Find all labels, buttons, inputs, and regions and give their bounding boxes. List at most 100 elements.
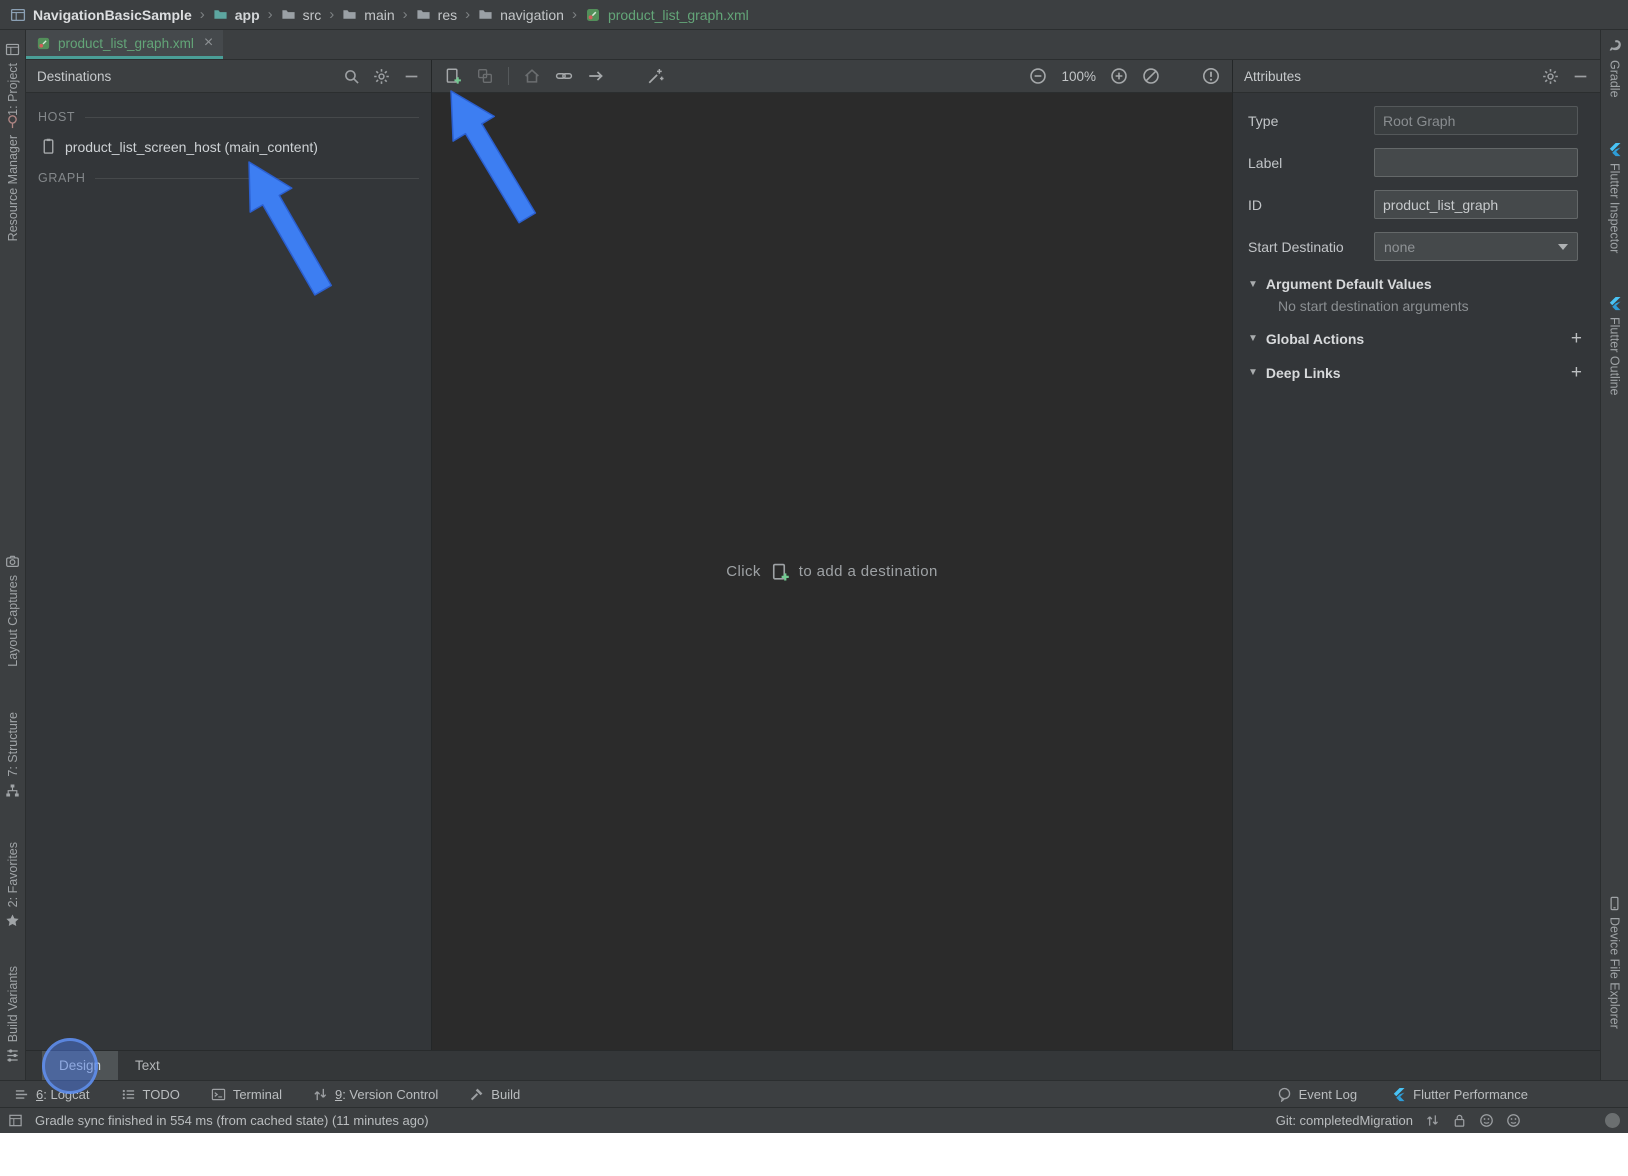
breadcrumb-main[interactable]: main bbox=[364, 7, 394, 23]
editor-mode-tabs: Design Text bbox=[26, 1050, 1600, 1080]
close-tab-icon[interactable]: × bbox=[204, 35, 213, 51]
breadcrumb: NavigationBasicSample › app › src › main… bbox=[0, 0, 1628, 30]
breadcrumb-app[interactable]: app bbox=[235, 7, 260, 23]
breadcrumb-file[interactable]: product_list_graph.xml bbox=[608, 7, 749, 23]
navigation-folder-icon bbox=[478, 7, 493, 22]
nav-graph-file-icon bbox=[36, 36, 51, 51]
screenshot-margin bbox=[0, 1133, 1628, 1176]
status-bar: Gradle sync finished in 554 ms (from cac… bbox=[0, 1107, 1628, 1133]
deep-links-section[interactable]: ▼ Deep Links + bbox=[1248, 363, 1585, 382]
workspace: 1: Project Resource Manager Layout Captu… bbox=[0, 30, 1628, 1080]
home-destination-icon[interactable] bbox=[523, 67, 541, 85]
sidebar-item-flutter-outline[interactable]: Flutter Outline bbox=[1601, 296, 1628, 396]
warnings-icon[interactable] bbox=[1202, 67, 1220, 85]
structure-icon bbox=[5, 783, 20, 798]
build-variants-icon bbox=[5, 1048, 20, 1063]
argument-defaults-section[interactable]: ▼ Argument Default Values bbox=[1248, 276, 1585, 292]
terminal-icon bbox=[211, 1087, 226, 1102]
sidebar-item-favorites[interactable]: 2: Favorites bbox=[0, 842, 25, 928]
sidebar-item-resource-manager[interactable]: Resource Manager bbox=[0, 114, 25, 241]
breadcrumb-res[interactable]: res bbox=[438, 7, 457, 23]
breadcrumb-separator-icon: › bbox=[402, 6, 409, 23]
add-global-action-button[interactable]: + bbox=[1571, 329, 1585, 348]
search-icon[interactable] bbox=[343, 68, 360, 85]
zoom-to-fit-icon[interactable] bbox=[1142, 67, 1160, 85]
sidebar-item-layout-captures[interactable]: Layout Captures bbox=[0, 554, 25, 667]
hide-panel-icon[interactable] bbox=[1572, 68, 1589, 85]
version-control-icon bbox=[313, 1087, 328, 1102]
toolwindow-todo[interactable]: TODO bbox=[121, 1087, 180, 1102]
project-tool-icon bbox=[5, 42, 20, 57]
memory-indicator[interactable] bbox=[1605, 1113, 1620, 1128]
attributes-header: Attributes bbox=[1233, 60, 1600, 93]
gradle-icon bbox=[1607, 38, 1623, 54]
gear-icon[interactable] bbox=[1542, 68, 1559, 85]
toolwindow-flutter-performance[interactable]: Flutter Performance bbox=[1391, 1087, 1528, 1102]
project-window-icon bbox=[10, 7, 26, 23]
sidebar-item-gradle[interactable]: Gradle bbox=[1601, 38, 1628, 98]
id-field[interactable] bbox=[1374, 190, 1578, 219]
build-hammer-icon bbox=[469, 1087, 484, 1102]
zoom-out-icon[interactable] bbox=[1029, 67, 1047, 85]
feedback-smiley-icon[interactable] bbox=[1479, 1113, 1494, 1128]
toolwindow-event-log[interactable]: Event Log bbox=[1277, 1087, 1358, 1102]
global-actions-section[interactable]: ▼ Global Actions + bbox=[1248, 329, 1585, 348]
breadcrumb-navigation[interactable]: navigation bbox=[500, 7, 564, 23]
deep-link-icon[interactable] bbox=[555, 67, 573, 85]
nested-graph-icon[interactable] bbox=[476, 67, 494, 85]
label-field[interactable] bbox=[1374, 148, 1578, 177]
attr-row-type: Type bbox=[1248, 106, 1585, 135]
collapse-triangle-icon: ▼ bbox=[1248, 333, 1258, 344]
sidebar-item-structure[interactable]: 7: Structure bbox=[0, 712, 25, 798]
action-arrow-icon[interactable] bbox=[587, 67, 605, 85]
destinations-list: HOST product_list_screen_host (main_cont… bbox=[26, 93, 431, 202]
sidebar-item-device-file-explorer[interactable]: Device File Explorer bbox=[1601, 896, 1628, 1029]
host-destination-label: product_list_screen_host (main_content) bbox=[65, 139, 318, 155]
breadcrumb-separator-icon: › bbox=[267, 6, 274, 23]
toolbar-divider bbox=[508, 67, 509, 85]
todo-icon bbox=[121, 1087, 136, 1102]
toolwindow-logcat[interactable]: 6: Logcat bbox=[14, 1087, 90, 1102]
tab-design[interactable]: Design bbox=[42, 1051, 118, 1080]
sidebar-item-flutter-inspector[interactable]: Flutter Inspector bbox=[1601, 142, 1628, 253]
type-label: Type bbox=[1248, 113, 1374, 129]
git-branch-widget[interactable]: Git: completedMigration bbox=[1276, 1113, 1413, 1128]
collapse-triangle-icon: ▼ bbox=[1248, 279, 1258, 290]
gear-icon[interactable] bbox=[373, 68, 390, 85]
destinations-title: Destinations bbox=[37, 69, 111, 84]
toolwindow-version-control[interactable]: 9: Version Control bbox=[313, 1087, 438, 1102]
add-deep-link-button[interactable]: + bbox=[1571, 363, 1585, 382]
host-fragment-icon bbox=[40, 138, 57, 155]
breadcrumb-separator-icon: › bbox=[464, 6, 471, 23]
breadcrumb-src[interactable]: src bbox=[303, 7, 322, 23]
tab-text[interactable]: Text bbox=[118, 1051, 177, 1080]
editor-tabbar: product_list_graph.xml × bbox=[26, 30, 1600, 60]
lock-icon[interactable] bbox=[1452, 1113, 1467, 1128]
left-tool-stripe: 1: Project Resource Manager Layout Captu… bbox=[0, 30, 26, 1080]
sidebar-item-project[interactable]: 1: Project bbox=[0, 42, 25, 116]
feedback-smiley-icon[interactable] bbox=[1506, 1113, 1521, 1128]
toggle-tool-buttons-icon[interactable] bbox=[8, 1113, 23, 1128]
hide-panel-icon[interactable] bbox=[403, 68, 420, 85]
breadcrumb-project[interactable]: NavigationBasicSample bbox=[33, 7, 192, 23]
toolwindow-terminal[interactable]: Terminal bbox=[211, 1087, 282, 1102]
design-canvas[interactable]: Click to add a destination bbox=[432, 93, 1232, 1050]
flutter-icon bbox=[1607, 296, 1622, 311]
graph-section-label: GRAPH bbox=[38, 171, 419, 185]
add-destination-icon[interactable] bbox=[444, 67, 462, 85]
app-module-folder-icon bbox=[213, 7, 228, 22]
nav-editor: Destinations HOST product_list_screen_ho… bbox=[26, 60, 1600, 1050]
toolwindow-build[interactable]: Build bbox=[469, 1087, 520, 1102]
git-update-icon[interactable] bbox=[1425, 1113, 1440, 1128]
tab-product-list-graph[interactable]: product_list_graph.xml × bbox=[26, 30, 223, 59]
host-section-label: HOST bbox=[38, 110, 419, 124]
auto-arrange-wand-icon[interactable] bbox=[647, 67, 665, 85]
tool-window-bar: 6: Logcat TODO Terminal 9: Version Contr… bbox=[0, 1080, 1628, 1107]
sidebar-item-build-variants[interactable]: Build Variants bbox=[0, 966, 25, 1063]
breadcrumb-separator-icon: › bbox=[199, 6, 206, 23]
attributes-title: Attributes bbox=[1244, 69, 1301, 84]
start-destination-dropdown[interactable]: none bbox=[1374, 232, 1578, 261]
zoom-in-icon[interactable] bbox=[1110, 67, 1128, 85]
start-destination-label: Start Destination bbox=[1248, 239, 1344, 255]
list-item-host-destination[interactable]: product_list_screen_host (main_content) bbox=[38, 131, 419, 164]
